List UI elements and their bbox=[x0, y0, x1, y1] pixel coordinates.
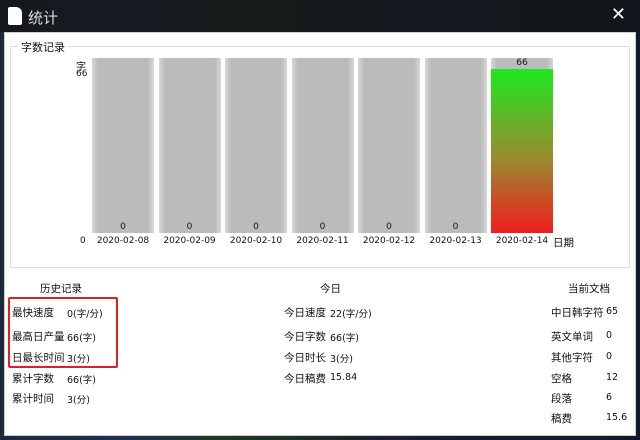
bar-value-label: 66 bbox=[516, 58, 528, 68]
stat-label: 今日稿费 bbox=[284, 373, 326, 385]
x-tick-label: 2020-02-12 bbox=[362, 236, 416, 246]
bar-value-label: 0 bbox=[253, 222, 259, 232]
stat-value: 3(分) bbox=[67, 395, 90, 406]
bar-fill bbox=[491, 69, 553, 233]
stat-value: 15.6 bbox=[606, 412, 628, 423]
stat-value: 0 bbox=[606, 330, 613, 341]
bar-2020-02-10: 0 bbox=[225, 58, 287, 233]
title-bar: 统计 ✕ bbox=[0, 0, 640, 32]
history-title: 历史记录 bbox=[40, 283, 82, 295]
stat-label: 其他字符 bbox=[551, 352, 593, 364]
stat-value: 3(分) bbox=[67, 354, 90, 365]
bar-2020-02-09: 0 bbox=[158, 58, 221, 233]
bar-value-label: 0 bbox=[120, 222, 126, 232]
stat-value: 0 bbox=[606, 351, 613, 362]
stat-value: 3(分) bbox=[330, 354, 353, 365]
stat-label: 空格 bbox=[551, 373, 572, 385]
stat-value: 12 bbox=[606, 372, 619, 383]
stat-value: 6 bbox=[606, 392, 613, 403]
bar-value-label: 0 bbox=[186, 222, 193, 232]
stat-value: 15.84 bbox=[330, 372, 358, 383]
y-min-label: 0 bbox=[80, 236, 86, 246]
x-tick-label: 2020-02-08 bbox=[96, 236, 150, 246]
y-max-label: 66 bbox=[76, 69, 88, 79]
app-logo-icon bbox=[8, 7, 22, 25]
current-doc-title: 当前文档 bbox=[568, 283, 610, 295]
bar-2020-02-13: 0 bbox=[424, 58, 487, 233]
bar-value-label: 0 bbox=[452, 222, 459, 232]
stat-label: 今日字数 bbox=[284, 331, 326, 343]
stat-label: 今日时长 bbox=[284, 352, 326, 364]
x-tick-label: 2020-02-10 bbox=[229, 236, 283, 246]
bar-2020-02-08: 0 bbox=[92, 58, 154, 233]
x-tick-label: 2020-02-14 bbox=[495, 236, 549, 246]
stat-label: 中日韩字符 bbox=[551, 307, 604, 319]
chart-title: 字数记录 bbox=[18, 39, 68, 55]
bar-2020-02-12: 0 bbox=[358, 58, 420, 233]
bar-value-label: 0 bbox=[319, 222, 326, 232]
stat-label: 最高日产量 bbox=[12, 331, 65, 343]
stat-value: 66(字) bbox=[330, 333, 360, 344]
today-title: 今日 bbox=[320, 283, 341, 295]
x-axis-label: 日期 bbox=[553, 237, 574, 249]
stat-value: 22(字/分) bbox=[330, 309, 372, 320]
bar-2020-02-11: 0 bbox=[291, 58, 354, 233]
stat-label: 段落 bbox=[551, 393, 572, 405]
stat-label: 日最长时间 bbox=[12, 352, 65, 364]
window-title: 统计 bbox=[28, 9, 59, 27]
stat-label: 累计字数 bbox=[12, 373, 54, 385]
stat-value: 66(字) bbox=[67, 375, 97, 386]
close-icon[interactable]: ✕ bbox=[611, 4, 626, 25]
stat-value: 66(字) bbox=[67, 333, 97, 344]
stat-label: 累计时间 bbox=[12, 393, 54, 405]
stat-label: 英文单词 bbox=[551, 331, 593, 343]
bar-2020-02-14: 66 bbox=[491, 58, 553, 233]
stat-label: 最快速度 bbox=[12, 307, 54, 319]
stat-value: 65 bbox=[606, 306, 619, 317]
x-tick-label: 2020-02-11 bbox=[296, 236, 349, 246]
x-tick-label: 2020-02-09 bbox=[163, 236, 216, 246]
bar-value-label: 0 bbox=[386, 222, 392, 232]
stat-label: 稿费 bbox=[551, 413, 572, 425]
stat-label: 今日速度 bbox=[284, 307, 326, 319]
stat-value: 0(字/分) bbox=[67, 309, 103, 320]
x-tick-label: 2020-02-13 bbox=[429, 236, 482, 246]
